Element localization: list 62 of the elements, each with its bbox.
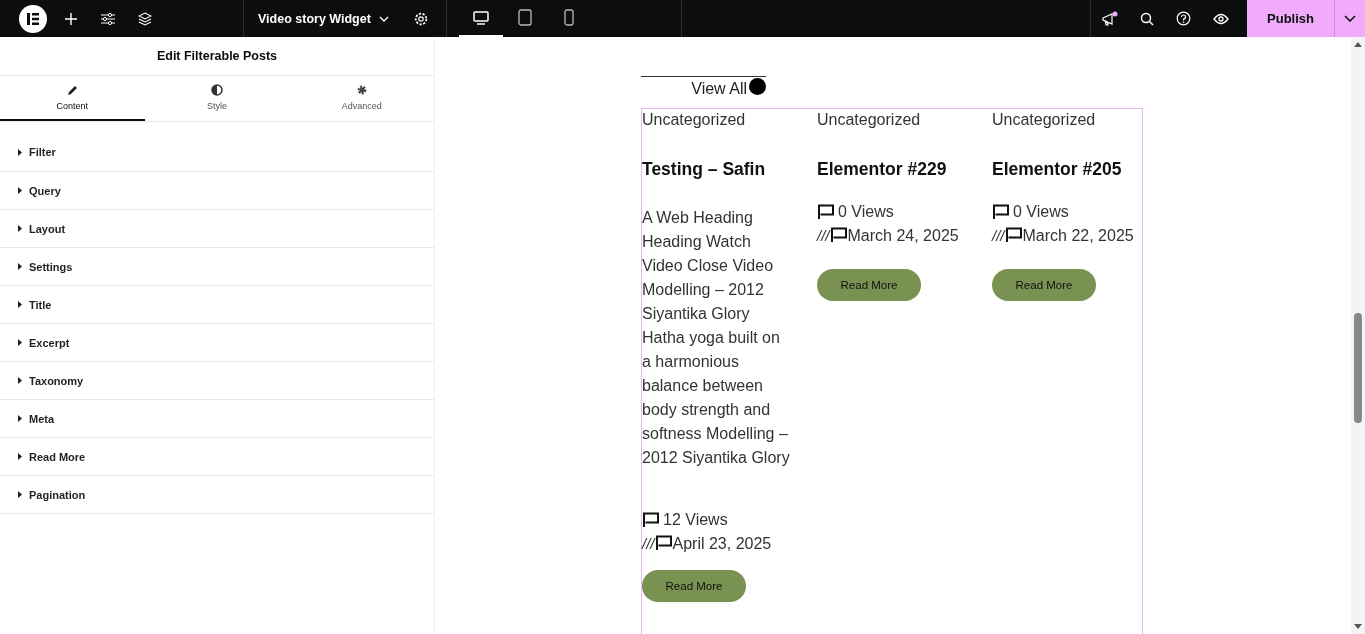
meta-separator: /// — [642, 535, 655, 552]
caret-icon — [18, 415, 22, 422]
caret-icon — [18, 187, 22, 194]
pencil-icon — [66, 84, 78, 96]
desktop-icon — [472, 10, 489, 25]
read-more-button[interactable]: Read More — [992, 269, 1096, 301]
scroll-up-icon[interactable] — [1354, 41, 1362, 47]
settings-icon[interactable] — [414, 11, 429, 26]
search-icon[interactable] — [1139, 11, 1154, 26]
add-icon[interactable] — [64, 12, 77, 25]
eye-icon[interactable] — [1212, 12, 1229, 25]
post-views: 0 Views — [1013, 202, 1069, 222]
panel-title: Edit Filterable Posts — [0, 37, 434, 76]
flag-icon — [829, 227, 848, 243]
flag-icon — [817, 204, 835, 220]
view-all-link[interactable]: View All — [641, 76, 766, 98]
chevron-down-icon — [1344, 15, 1356, 22]
mobile-icon — [563, 9, 574, 26]
post-excerpt: A Web Heading Heading Watch Video Close Video Modelling – 2012 Siyantika Glory Hatha yoga built on a harmonious balance between body strength and softness Modelling – 2012 Siyantika Glory — [642, 208, 791, 468]
caret-icon — [18, 377, 22, 384]
caret-icon — [18, 301, 22, 308]
post-title[interactable]: Elementor #229 — [817, 159, 947, 180]
caret-icon — [18, 491, 22, 498]
caret-icon — [18, 263, 22, 270]
megaphone-icon[interactable] — [1100, 10, 1119, 27]
page-title-dropdown[interactable]: Video story Widget — [244, 0, 403, 37]
publish-options-button[interactable] — [1334, 0, 1365, 37]
flag-icon — [1004, 227, 1023, 243]
contrast-icon — [211, 84, 223, 96]
caret-icon — [18, 148, 22, 156]
post-views: 0 Views — [838, 202, 894, 222]
caret-icon — [18, 225, 22, 232]
post-views: 12 Views — [663, 510, 728, 530]
tablet-icon — [517, 9, 532, 26]
flag-icon — [992, 204, 1010, 220]
caret-icon — [18, 339, 22, 346]
post-category[interactable]: Uncategorized — [642, 111, 746, 129]
gear-icon — [355, 84, 368, 96]
chevron-down-icon — [378, 15, 389, 22]
read-more-button[interactable]: Read More — [642, 570, 746, 602]
publish-button[interactable]: Publish — [1247, 0, 1334, 37]
flag-icon — [654, 535, 673, 551]
flag-icon — [642, 512, 660, 528]
post-date: March 24, 2025 — [847, 227, 959, 244]
help-icon[interactable] — [1176, 11, 1191, 26]
layers-icon[interactable] — [137, 11, 152, 26]
post-category[interactable]: Uncategorized — [992, 111, 1096, 129]
post-title[interactable]: Elementor #205 — [992, 159, 1122, 180]
panel-tab[interactable]: Style — [144, 76, 290, 121]
scroll-down-icon[interactable] — [1354, 624, 1362, 630]
post-category[interactable]: Uncategorized — [817, 111, 921, 129]
app-logo-icon[interactable] — [19, 4, 47, 33]
meta-separator: /// — [992, 227, 1005, 244]
scrollbar-thumb[interactable] — [1354, 313, 1362, 423]
post-date: March 22, 2025 — [1022, 227, 1134, 244]
caret-icon — [18, 453, 22, 460]
read-more-button[interactable]: Read More — [817, 269, 921, 301]
panel-tab[interactable]: Advanced — [289, 76, 434, 121]
sliders-icon[interactable] — [100, 12, 115, 25]
post-date: April 23, 2025 — [672, 535, 772, 552]
meta-separator: /// — [817, 227, 830, 244]
post-title[interactable]: Testing – Safin — [642, 159, 766, 180]
